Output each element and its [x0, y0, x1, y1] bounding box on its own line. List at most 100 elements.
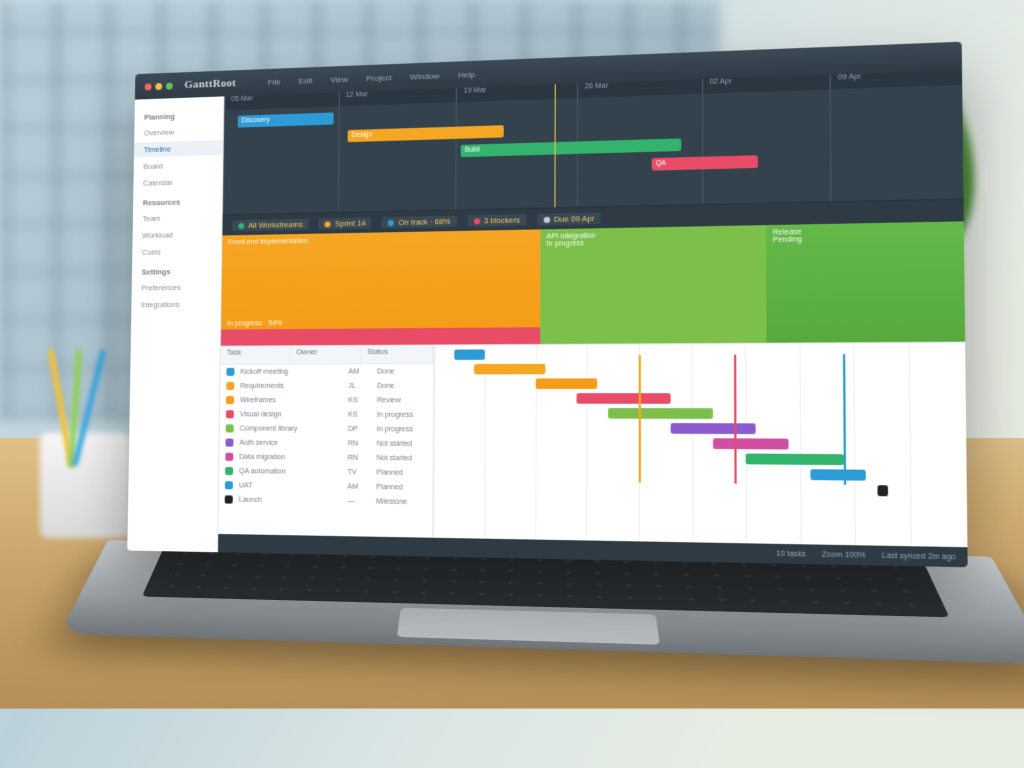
close-icon[interactable]: [145, 83, 152, 90]
gantt-bar[interactable]: [745, 454, 843, 466]
phase-bar[interactable]: Build: [461, 138, 682, 157]
menu-item-view[interactable]: View: [330, 74, 347, 84]
menu-item-edit[interactable]: Edit: [299, 76, 313, 86]
task-name: Component library: [240, 425, 342, 433]
menu-item-project[interactable]: Project: [366, 73, 391, 83]
maximize-icon[interactable]: [166, 82, 173, 89]
photo-scene: GanttRoot FileEditViewProjectWindowHelp …: [0, 0, 1024, 768]
task-status: Milestone: [376, 498, 426, 506]
gantt-bar[interactable]: [535, 378, 597, 389]
phase-bar[interactable]: Design: [347, 125, 504, 142]
sidebar-item-workload[interactable]: Workload: [132, 226, 221, 243]
laptop-lid: GanttRoot FileEditViewProjectWindowHelp …: [127, 42, 967, 568]
gantt-gridline: [854, 343, 857, 545]
task-color-swatch: [226, 368, 234, 376]
task-color-swatch: [225, 453, 233, 461]
trackpad: [397, 608, 660, 645]
task-status: Done: [377, 368, 427, 375]
gantt-bar[interactable]: [713, 438, 789, 449]
task-status: Not started: [377, 440, 427, 448]
task-owner: AM: [347, 483, 370, 490]
task-status: In progress: [377, 426, 427, 433]
task-name: Auth service: [239, 439, 341, 447]
workstream-blocks: Front-end implementation In progress · 5…: [221, 221, 965, 345]
block-release[interactable]: Release Pending: [766, 221, 965, 342]
task-gantt: TaskOwnerStatus Kickoff meetingAMDoneReq…: [218, 342, 967, 548]
task-owner: AM: [348, 368, 371, 375]
block-api[interactable]: API integration In progress: [540, 225, 767, 344]
task-row[interactable]: Visual designKSIn progress: [220, 407, 433, 422]
sidebar-item-costs[interactable]: Costs: [132, 243, 221, 259]
task-owner: KS: [348, 411, 371, 418]
status-zoom[interactable]: Zoom 100%: [822, 551, 866, 560]
app-title: GanttRoot: [184, 77, 236, 91]
filter-chip[interactable]: Due 09 Apr: [537, 212, 601, 225]
gantt-marker: [843, 354, 846, 485]
app-menu[interactable]: File Edit View Project Window Help: [268, 69, 475, 86]
gantt-gridline: [799, 344, 801, 545]
task-row[interactable]: Launch—Milestone: [219, 492, 433, 509]
menu-item-help[interactable]: Help: [458, 69, 475, 79]
task-row[interactable]: WireframesKSReview: [220, 393, 433, 408]
gantt-bar[interactable]: [811, 469, 866, 480]
gantt-bar[interactable]: [671, 423, 757, 434]
task-name: QA automation: [239, 468, 341, 476]
task-row[interactable]: Kickoff meetingAMDone: [220, 364, 433, 379]
menu-item-file[interactable]: File: [268, 77, 281, 86]
gantt-gridline: [909, 343, 912, 546]
sidebar-item-overview[interactable]: Overview: [134, 123, 223, 141]
minimize-icon[interactable]: [155, 82, 162, 89]
task-color-swatch: [225, 495, 233, 503]
menu-item-window[interactable]: Window: [410, 71, 439, 81]
task-col[interactable]: Owner: [290, 346, 361, 364]
filter-chip[interactable]: On track · 68%: [382, 215, 457, 228]
timeline-tick: 26 Mar: [577, 79, 702, 98]
task-color-swatch: [226, 382, 234, 390]
phase-bar[interactable]: QA: [651, 155, 758, 170]
task-owner: JL: [348, 382, 371, 389]
task-color-swatch: [226, 424, 234, 432]
timeline-tick: 05 Mar: [224, 92, 338, 110]
task-row[interactable]: Auth serviceRNNot started: [219, 435, 432, 451]
gantt-bar[interactable]: [454, 349, 484, 360]
gantt-bar[interactable]: [474, 364, 545, 375]
overview-timeline[interactable]: 05 Mar12 Mar19 Mar26 Mar02 Apr09 Apr Dis…: [223, 70, 964, 216]
sidebar-item-board[interactable]: Board: [134, 157, 223, 174]
sidebar-item-integrations[interactable]: Integrations: [131, 296, 220, 312]
task-col[interactable]: Task: [221, 346, 291, 363]
task-col[interactable]: Status: [361, 346, 433, 364]
task-name: Wireframes: [240, 397, 342, 404]
sidebar: PlanningOverviewTimelineBoardCalendarRes…: [127, 96, 224, 552]
sidebar-section: Resources: [133, 191, 222, 210]
task-owner: TV: [347, 469, 370, 476]
laptop: GanttRoot FileEditViewProjectWindowHelp …: [125, 41, 994, 748]
task-row[interactable]: RequirementsJLDone: [220, 379, 433, 393]
gantt-bar[interactable]: [608, 408, 714, 419]
filter-chip[interactable]: All Workstreams: [232, 218, 308, 231]
filter-chip[interactable]: 3 blockers: [467, 214, 526, 227]
gantt-pane[interactable]: [433, 343, 967, 548]
sidebar-section: Settings: [132, 260, 221, 278]
gantt-bar[interactable]: [576, 393, 670, 404]
sidebar-item-calendar[interactable]: Calendar: [133, 174, 222, 191]
task-status: Not started: [376, 454, 426, 462]
sidebar-item-team[interactable]: Team: [133, 210, 222, 227]
now-marker: [555, 84, 556, 207]
filter-chip[interactable]: Sprint 14: [319, 217, 372, 229]
task-color-swatch: [226, 410, 234, 418]
task-status: Planned: [376, 483, 426, 491]
timeline-gridline: [702, 79, 703, 204]
task-name: Requirements: [240, 382, 342, 389]
gantt-marker: [734, 355, 737, 484]
sidebar-item-timeline[interactable]: Timeline: [134, 140, 223, 157]
block-frontend[interactable]: Front-end implementation In progress · 5…: [221, 229, 540, 345]
window-controls[interactable]: [145, 82, 173, 90]
task-owner: RN: [348, 454, 371, 461]
main-area: 05 Mar12 Mar19 Mar26 Mar02 Apr09 Apr Dis…: [218, 70, 968, 568]
task-row[interactable]: Component libraryDPIn progress: [220, 421, 433, 436]
task-list: TaskOwnerStatus Kickoff meetingAMDoneReq…: [218, 346, 434, 538]
task-owner: —: [347, 497, 370, 505]
sidebar-item-preferences[interactable]: Preferences: [132, 279, 221, 295]
phase-bar[interactable]: Discovery: [237, 112, 333, 127]
gantt-bar[interactable]: [877, 485, 888, 496]
